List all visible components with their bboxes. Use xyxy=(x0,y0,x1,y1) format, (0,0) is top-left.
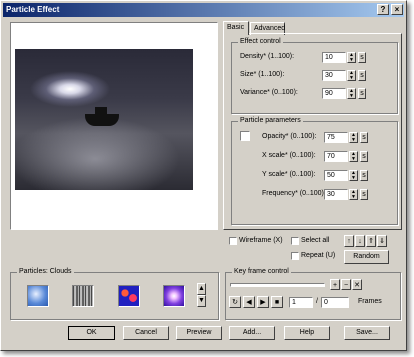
particle-parameters-group: Particle parameters Opacity* (0..100): 7… xyxy=(231,117,398,225)
frame-separator: / xyxy=(316,298,318,305)
title-bar: Particle Effect ? × xyxy=(3,3,404,17)
random-button[interactable]: Random xyxy=(344,250,389,264)
yscale-field[interactable]: 50 xyxy=(324,170,348,181)
help-button[interactable]: Help xyxy=(284,326,330,340)
frames-total-field[interactable]: 0 xyxy=(321,297,349,308)
size-label: Size* (1..100): xyxy=(240,71,285,78)
select-all-label: Select all xyxy=(301,237,330,244)
repeat-checkbox[interactable] xyxy=(291,252,299,260)
repeat-label: Repeat (U) xyxy=(301,252,336,259)
move-down-button[interactable]: ↓ xyxy=(355,235,365,247)
keyframe-delete-icon[interactable]: ✕ xyxy=(352,279,362,290)
particles-title: Particles: Clouds xyxy=(17,268,74,275)
keyframe-title: Key frame control xyxy=(232,268,291,275)
xscale-s-button[interactable]: s xyxy=(360,151,368,162)
density-spinner[interactable]: ▲ ▼ xyxy=(347,52,356,63)
size-field[interactable]: 30 xyxy=(322,70,346,81)
frequency-s-button[interactable]: s xyxy=(360,189,368,200)
wireframe-checkbox[interactable] xyxy=(229,237,237,245)
variance-s-button[interactable]: s xyxy=(358,88,366,99)
yscale-spinner[interactable]: ▲ ▼ xyxy=(349,170,358,181)
particle-thumb-cloud[interactable] xyxy=(27,285,49,307)
save-button[interactable]: Save... xyxy=(344,326,390,340)
play-button[interactable]: ▶ xyxy=(257,296,269,308)
keyframe-add-icon[interactable]: + xyxy=(330,279,340,290)
move-bottom-button[interactable]: ⇓ xyxy=(377,235,387,247)
frequency-label: Frequency* (0..100): xyxy=(262,190,326,197)
stop-button[interactable]: ■ xyxy=(271,296,283,308)
xscale-label: X scale* (0..100): xyxy=(262,152,316,159)
preview-panel xyxy=(10,22,218,230)
select-all-checkbox[interactable] xyxy=(291,237,299,245)
variance-field[interactable]: 90 xyxy=(322,88,346,99)
opacity-label: Opacity* (0..100): xyxy=(262,133,317,140)
density-field[interactable]: 10 xyxy=(322,52,346,63)
effect-control-title: Effect control xyxy=(238,38,283,45)
keyframe-slider[interactable] xyxy=(230,283,325,287)
variance-spinner[interactable]: ▲ ▼ xyxy=(347,88,356,99)
size-s-button[interactable]: s xyxy=(358,70,366,81)
density-label: Density* (1..100): xyxy=(240,53,295,60)
variance-label: Variance* (0..100): xyxy=(240,89,298,96)
particles-scroll-up[interactable]: ▲ xyxy=(197,283,206,295)
size-spinner[interactable]: ▲ ▼ xyxy=(347,70,356,81)
xscale-spinner[interactable]: ▲ ▼ xyxy=(349,151,358,162)
frequency-spinner[interactable]: ▲ ▼ xyxy=(349,189,358,200)
basic-tab-panel: Effect control Density* (1..100): 10 ▲ ▼ … xyxy=(223,33,402,230)
particle-parameters-title: Particle parameters xyxy=(238,117,303,124)
particle-thumb-flare[interactable] xyxy=(163,285,185,307)
move-up-button[interactable]: ↑ xyxy=(344,235,354,247)
preview-button[interactable]: Preview xyxy=(176,326,222,340)
preview-image xyxy=(15,49,193,190)
help-title-button[interactable]: ? xyxy=(377,4,389,15)
wireframe-label: Wireframe (X) xyxy=(239,237,283,244)
ok-button[interactable]: OK xyxy=(68,326,115,340)
tab-basic[interactable]: Basic xyxy=(223,21,249,35)
particle-thumb-streak[interactable] xyxy=(72,285,94,307)
yscale-s-button[interactable]: s xyxy=(360,170,368,181)
window-title: Particle Effect xyxy=(6,5,60,14)
yscale-label: Y scale* (0..100): xyxy=(262,171,316,178)
effect-control-group: Effect control Density* (1..100): 10 ▲ ▼ … xyxy=(231,38,398,114)
add-button[interactable]: Add... xyxy=(229,326,275,340)
opacity-s-button[interactable]: s xyxy=(360,132,368,143)
density-s-button[interactable]: s xyxy=(358,52,366,63)
frequency-field[interactable]: 30 xyxy=(324,189,348,200)
close-title-button[interactable]: × xyxy=(391,4,403,15)
opacity-field[interactable]: 75 xyxy=(324,132,348,143)
opacity-spinner[interactable]: ▲ ▼ xyxy=(349,132,358,143)
particles-scroll-down[interactable]: ▼ xyxy=(197,295,206,307)
loop-button[interactable]: ↻ xyxy=(229,296,241,308)
cancel-button[interactable]: Cancel xyxy=(123,326,169,340)
xscale-field[interactable]: 70 xyxy=(324,151,348,162)
frame-field[interactable]: 1 xyxy=(289,297,313,308)
rewind-button[interactable]: ◀ xyxy=(243,296,255,308)
frames-label: Frames xyxy=(358,298,382,305)
keyframe-remove-icon[interactable]: − xyxy=(341,279,351,290)
move-top-button[interactable]: ⇑ xyxy=(366,235,376,247)
particle-effect-dialog: Particle Effect ? × Basic Advanced Effec… xyxy=(0,0,407,351)
particle-thumb-spots[interactable] xyxy=(118,285,140,307)
color-swatch[interactable] xyxy=(240,131,250,141)
